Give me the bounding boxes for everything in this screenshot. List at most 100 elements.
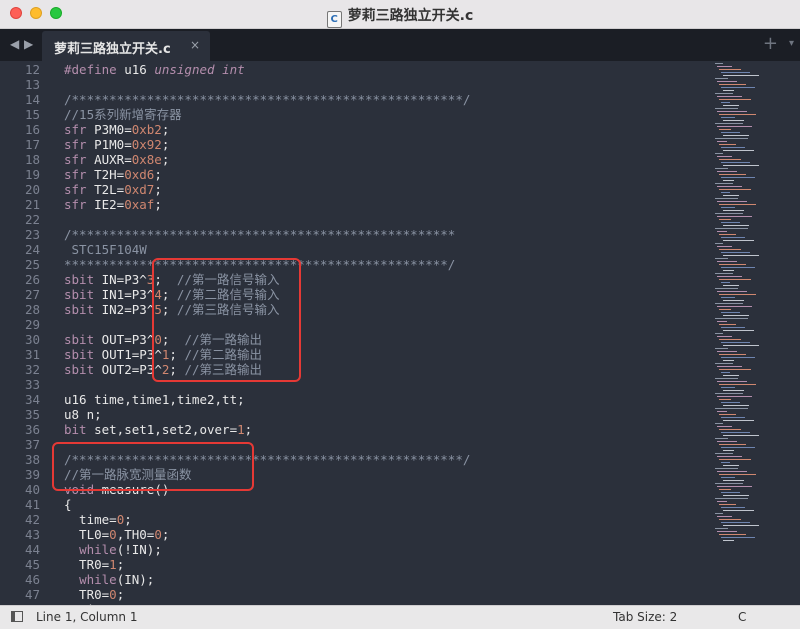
minimap-stroke: [719, 414, 736, 415]
minimap-stroke: [717, 336, 732, 337]
line-number: 13: [24, 77, 40, 92]
code-line[interactable]: 31 sbit OUT1=P3^1; //第二路输出: [0, 347, 262, 362]
minimap-stroke: [717, 351, 737, 352]
back-arrow-icon[interactable]: ◀: [10, 37, 19, 51]
code-line[interactable]: 15 //15系列新增寄存器: [0, 107, 182, 122]
code-line[interactable]: 18 sfr AUXR=0x8e;: [0, 152, 169, 167]
line-code: //15系列新增寄存器: [64, 107, 182, 122]
code-line[interactable]: 22: [0, 212, 40, 227]
line-number: 46: [24, 572, 40, 587]
minimap-stroke: [717, 531, 737, 532]
minimap-stroke: [719, 249, 741, 250]
minimap-stroke: [717, 291, 747, 292]
code-line[interactable]: 36 bit set,set1,set2,over=1;: [0, 422, 252, 437]
minimap-stroke: [715, 498, 748, 499]
code-line[interactable]: 16 sfr P3M0=0xb2;: [0, 122, 169, 137]
minimap-stroke: [715, 318, 748, 319]
line-number: 17: [24, 137, 40, 152]
code-line[interactable]: 19 sfr T2H=0xd6;: [0, 167, 162, 182]
minimap-stroke: [721, 507, 745, 508]
minimap-stroke: [715, 438, 728, 439]
code-line[interactable]: 38/*************************************…: [0, 452, 470, 467]
code-line[interactable]: 24 STC15F104W: [0, 242, 147, 257]
line-number: 19: [24, 167, 40, 182]
cursor-position[interactable]: Line 1, Column 1: [36, 610, 138, 624]
code-line[interactable]: 43 TL0=0,TH0=0;: [0, 527, 169, 542]
minimap-stroke: [719, 399, 731, 400]
code-line[interactable]: 40 void measure(): [0, 482, 169, 497]
code-line[interactable]: 37: [0, 437, 40, 452]
code-line[interactable]: 34 u16 time,time1,time2,tt;: [0, 392, 245, 407]
minimap-stroke: [723, 210, 744, 211]
code-line[interactable]: 30 sbit OUT=P3^0; //第一路输出: [0, 332, 262, 347]
minimap-stroke: [723, 390, 744, 391]
minimap-stroke: [723, 105, 739, 106]
line-code: /***************************************…: [64, 227, 456, 242]
code-line[interactable]: 21 sfr IE2=0xaf;: [0, 197, 162, 212]
minimap-stroke: [715, 198, 738, 199]
minimap-stroke: [721, 297, 735, 298]
code-line[interactable]: 13: [0, 77, 40, 92]
minimap-stroke: [723, 465, 739, 466]
minimap-stroke: [715, 513, 723, 514]
code-line[interactable]: 28 sbit IN2=P3^5; //第三路信号输入: [0, 302, 280, 317]
code-line[interactable]: 29: [0, 317, 40, 332]
tab-size-setting[interactable]: Tab Size: 2: [613, 610, 677, 624]
code-line[interactable]: 12 #define u16 unsigned int: [0, 62, 245, 77]
line-number: 45: [24, 557, 40, 572]
line-code: u16 time,time1,time2,tt;: [64, 392, 245, 407]
code-line[interactable]: 26 sbit IN=P3^3; //第一路信号输入: [0, 272, 280, 287]
tab-label: 萝莉三路独立开关.c: [54, 42, 171, 57]
code-line[interactable]: 32 sbit OUT2=P3^2; //第三路输出: [0, 362, 262, 377]
sidebar-toggle-icon[interactable]: [11, 611, 23, 622]
code-line[interactable]: 47 TR0=0;: [0, 587, 124, 602]
code-line[interactable]: 27 sbit IN1=P3^4; //第二路信号输入: [0, 287, 280, 302]
code-line[interactable]: 44 while(!IN);: [0, 542, 162, 557]
code-line[interactable]: 35 u8 n;: [0, 407, 102, 422]
line-code: sfr P1M0=0x92;: [64, 137, 170, 152]
code-line[interactable]: 17 sfr P1M0=0x92;: [0, 137, 169, 152]
minimap-stroke: [723, 540, 734, 541]
line-number: 23: [24, 227, 40, 242]
minimap-stroke: [715, 483, 743, 484]
code-line[interactable]: 20 sfr T2L=0xd7;: [0, 182, 162, 197]
new-tab-plus-icon[interactable]: +: [763, 33, 778, 54]
minimap-stroke: [717, 186, 742, 187]
tab-list-caret-icon[interactable]: ▾: [789, 38, 794, 49]
code-editor[interactable]: 12 #define u16 unsigned int 13 14 /*********…: [0, 61, 712, 605]
line-code: STC15F104W: [64, 242, 147, 257]
minimap-stroke: [715, 468, 738, 469]
code-line[interactable]: 14 /*************************************…: [0, 92, 470, 107]
code-line[interactable]: 42 time=0;: [0, 512, 132, 527]
minimap-stroke: [717, 126, 752, 127]
minimap-stroke: [715, 363, 733, 364]
red-highlight-box: [152, 258, 301, 382]
code-line[interactable]: 45 TR0=1;: [0, 557, 124, 572]
minimap-stroke: [723, 180, 734, 181]
tab-close-icon[interactable]: ×: [190, 38, 200, 52]
minimap-stroke: [715, 348, 728, 349]
code-line[interactable]: 46 while(IN);: [0, 572, 154, 587]
minimap-stroke: [719, 354, 746, 355]
tab-file[interactable]: 萝莉三路独立开关.c ×: [42, 31, 210, 61]
minimap-stroke: [719, 339, 741, 340]
line-number: 22: [24, 212, 40, 227]
code-line[interactable]: 33: [0, 377, 40, 392]
line-number: 40: [24, 482, 40, 497]
code-line[interactable]: 41 {: [0, 497, 72, 512]
minimap-stroke: [723, 315, 749, 316]
window-title: C 萝莉三路独立开关.c: [0, 5, 800, 28]
line-code: #define u16 unsigned int: [64, 62, 245, 77]
minimap-stroke: [719, 204, 756, 205]
minimap-stroke: [723, 360, 734, 361]
code-line[interactable]: 39//第一路脉宽测量函数: [0, 467, 192, 482]
code-line[interactable]: 25 **************************************…: [0, 257, 455, 272]
forward-arrow-icon[interactable]: ▶: [24, 37, 33, 51]
minimap-stroke: [719, 234, 736, 235]
minimap-stroke: [723, 300, 744, 301]
code-line[interactable]: 23 /*************************************…: [0, 227, 455, 242]
minimap[interactable]: [712, 61, 800, 605]
line-number: 21: [24, 197, 40, 212]
minimap-stroke: [721, 537, 755, 538]
syntax-selector[interactable]: C: [738, 610, 746, 624]
